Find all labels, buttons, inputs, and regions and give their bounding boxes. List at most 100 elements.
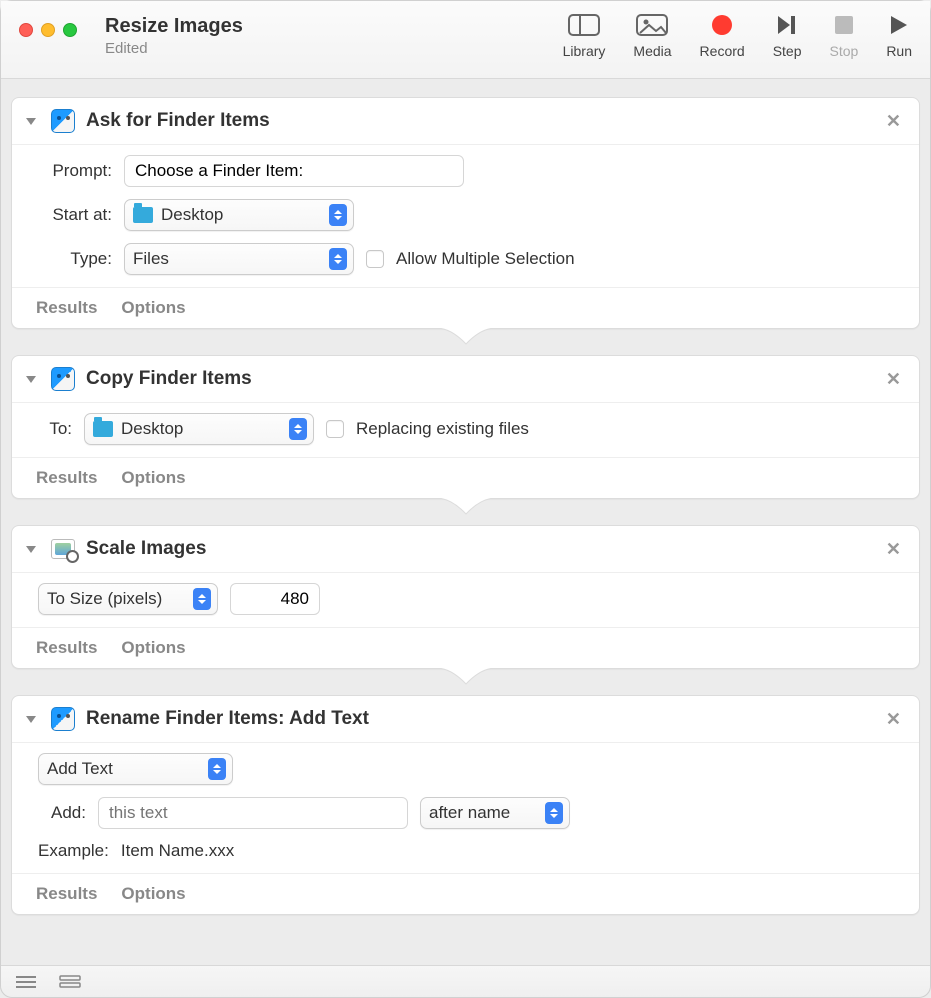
prompt-label: Prompt: (38, 161, 112, 181)
log-view-button[interactable] (15, 975, 37, 989)
popup-stepper-icon (329, 248, 347, 270)
disclosure-icon[interactable] (26, 546, 36, 553)
close-window-button[interactable] (19, 23, 33, 37)
action-body: To Size (pixels) (12, 573, 919, 627)
options-button[interactable]: Options (121, 298, 185, 318)
position-popup[interactable]: after name (420, 797, 570, 829)
record-icon (710, 11, 734, 39)
step-icon (776, 11, 798, 39)
scale-mode-popup[interactable]: To Size (pixels) (38, 583, 218, 615)
close-icon[interactable]: ✕ (882, 539, 905, 560)
rename-mode-value: Add Text (47, 759, 113, 779)
zoom-window-button[interactable] (63, 23, 77, 37)
startat-label: Start at: (38, 205, 112, 225)
disclosure-icon[interactable] (26, 376, 36, 383)
stop-label: Stop (830, 43, 859, 59)
results-button[interactable]: Results (36, 884, 97, 904)
startat-value: Desktop (161, 205, 223, 225)
to-popup[interactable]: Desktop (84, 413, 314, 445)
action-header[interactable]: Rename Finder Items: Add Text ✕ (12, 696, 919, 743)
run-label: Run (886, 43, 912, 59)
action-connector (11, 669, 920, 695)
results-button[interactable]: Results (36, 298, 97, 318)
type-value: Files (133, 249, 169, 269)
record-button[interactable]: Record (700, 11, 745, 59)
allow-multiple-label: Allow Multiple Selection (396, 249, 575, 269)
action-title: Rename Finder Items: Add Text (86, 708, 872, 730)
action-ask-for-finder-items: Ask for Finder Items ✕ Prompt: Start at:… (11, 97, 920, 329)
action-title: Ask for Finder Items (86, 110, 872, 132)
action-body: Add Text Add: after name Example: Item N… (12, 743, 919, 873)
finder-icon (50, 706, 76, 732)
rename-mode-popup[interactable]: Add Text (38, 753, 233, 785)
record-label: Record (700, 43, 745, 59)
list-icon (15, 975, 37, 989)
add-text-input[interactable] (98, 797, 408, 829)
window-title: Resize Images (105, 15, 243, 38)
add-label: Add: (38, 803, 86, 823)
action-footer: Results Options (12, 287, 919, 328)
example-label: Example: (38, 841, 109, 861)
to-value: Desktop (121, 419, 183, 439)
folder-icon (133, 207, 153, 223)
sidebar-icon (568, 11, 600, 39)
action-scale-images: Scale Images ✕ To Size (pixels) Results … (11, 525, 920, 669)
disclosure-icon[interactable] (26, 118, 36, 125)
popup-stepper-icon (289, 418, 307, 440)
popup-stepper-icon (208, 758, 226, 780)
variables-view-button[interactable] (59, 975, 81, 989)
options-button[interactable]: Options (121, 884, 185, 904)
close-icon[interactable]: ✕ (882, 111, 905, 132)
toolbar: Library Media Record Step Stop (563, 11, 912, 59)
popup-stepper-icon (545, 802, 563, 824)
prompt-input[interactable] (124, 155, 464, 187)
type-popup[interactable]: Files (124, 243, 354, 275)
results-button[interactable]: Results (36, 638, 97, 658)
stop-button[interactable]: Stop (830, 11, 859, 59)
action-title: Copy Finder Items (86, 368, 872, 390)
options-button[interactable]: Options (121, 638, 185, 658)
finder-icon (50, 108, 76, 134)
image-icon (636, 11, 668, 39)
action-connector (11, 499, 920, 525)
stack-icon (59, 975, 81, 989)
minimize-window-button[interactable] (41, 23, 55, 37)
results-button[interactable]: Results (36, 468, 97, 488)
action-rename-finder-items: Rename Finder Items: Add Text ✕ Add Text… (11, 695, 920, 915)
action-header[interactable]: Ask for Finder Items ✕ (12, 98, 919, 145)
position-value: after name (429, 803, 510, 823)
size-input[interactable] (230, 583, 320, 615)
action-footer: Results Options (12, 457, 919, 498)
popup-stepper-icon (193, 588, 211, 610)
action-header[interactable]: Copy Finder Items ✕ (12, 356, 919, 403)
action-footer: Results Options (12, 873, 919, 914)
allow-multiple-checkbox[interactable] (366, 250, 384, 268)
to-label: To: (38, 419, 72, 439)
startat-popup[interactable]: Desktop (124, 199, 354, 231)
library-label: Library (563, 43, 606, 59)
action-header[interactable]: Scale Images ✕ (12, 526, 919, 573)
action-connector (11, 329, 920, 355)
stop-icon (834, 11, 854, 39)
step-label: Step (773, 43, 802, 59)
action-footer: Results Options (12, 627, 919, 668)
title-block: Resize Images Edited (105, 15, 243, 57)
media-button[interactable]: Media (633, 11, 671, 59)
window-controls (19, 23, 77, 37)
example-value: Item Name.xxx (121, 841, 234, 861)
library-button[interactable]: Library (563, 11, 606, 59)
close-icon[interactable]: ✕ (882, 369, 905, 390)
disclosure-icon[interactable] (26, 716, 36, 723)
replace-existing-checkbox[interactable] (326, 420, 344, 438)
workflow-canvas[interactable]: Ask for Finder Items ✕ Prompt: Start at:… (1, 79, 930, 965)
media-label: Media (633, 43, 671, 59)
run-button[interactable]: Run (886, 11, 912, 59)
status-bar (1, 965, 930, 997)
type-label: Type: (38, 249, 112, 269)
action-body: To: Desktop Replacing existing files (12, 403, 919, 457)
step-button[interactable]: Step (773, 11, 802, 59)
scale-mode-value: To Size (pixels) (47, 589, 162, 609)
preview-icon (50, 536, 76, 562)
close-icon[interactable]: ✕ (882, 709, 905, 730)
options-button[interactable]: Options (121, 468, 185, 488)
